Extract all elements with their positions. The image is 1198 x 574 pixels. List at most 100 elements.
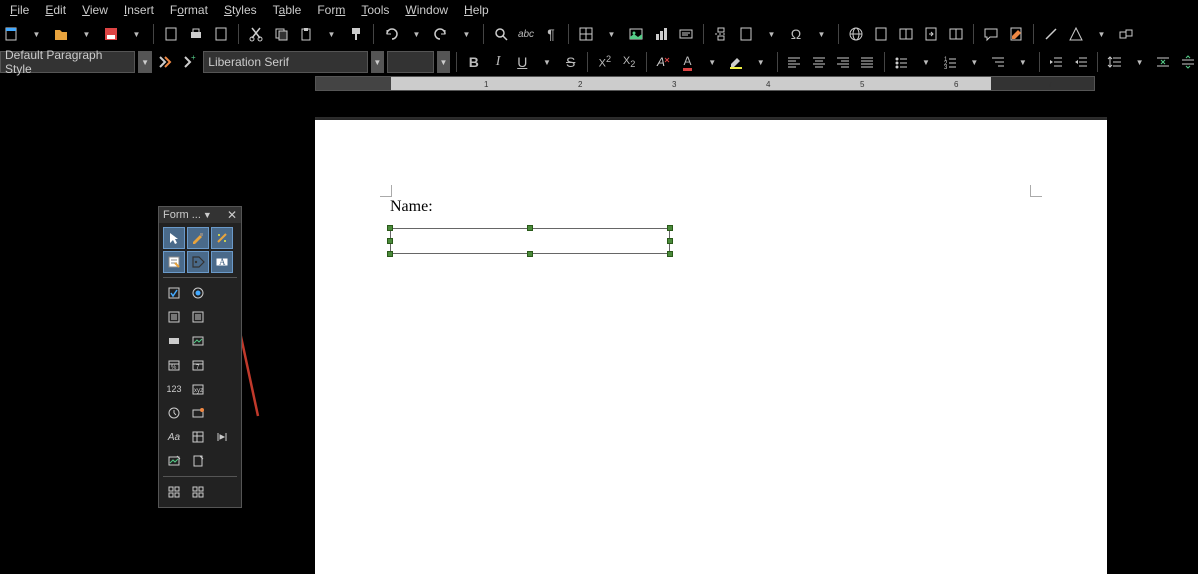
time-field-icon[interactable]: xyz	[187, 378, 209, 400]
new-dropdown-icon[interactable]: ▼	[25, 23, 47, 45]
text-box-insert-icon[interactable]	[675, 23, 697, 45]
resize-handle-tm[interactable]	[527, 225, 533, 231]
track-changes-icon[interactable]	[1005, 23, 1027, 45]
form-toolbar-titlebar[interactable]: Form ... ▼ ✕	[159, 207, 241, 223]
shapes-dropdown-icon[interactable]: ▼	[1090, 23, 1112, 45]
find-icon[interactable]	[490, 23, 512, 45]
resize-handle-mr[interactable]	[667, 238, 673, 244]
text-box-icon[interactable]: A	[211, 251, 233, 273]
paste-dropdown-icon[interactable]: ▼	[320, 23, 342, 45]
page[interactable]: Name:	[315, 120, 1107, 574]
cut-icon[interactable]	[245, 23, 267, 45]
italic-icon[interactable]: I	[487, 51, 508, 73]
align-justify-icon[interactable]	[856, 51, 877, 73]
copy-icon[interactable]	[270, 23, 292, 45]
resize-handle-tr[interactable]	[667, 225, 673, 231]
save-icon[interactable]	[100, 23, 122, 45]
page-break-icon[interactable]	[710, 23, 732, 45]
open-readonly-icon[interactable]	[187, 481, 209, 503]
nav-next-icon[interactable]	[211, 426, 233, 448]
underline-icon[interactable]: U	[512, 51, 533, 73]
superscript-icon[interactable]: X2	[594, 51, 615, 73]
menu-window[interactable]: Window	[397, 1, 456, 19]
menu-tools[interactable]: Tools	[353, 1, 397, 19]
combo-box-icon[interactable]	[163, 306, 185, 328]
font-size-dropdown[interactable]: ▼	[437, 51, 451, 73]
group-box-icon[interactable]: 123	[163, 378, 185, 400]
image-button-icon[interactable]	[163, 330, 185, 352]
numerical-field-icon[interactable]: 7	[187, 354, 209, 376]
file-selection-icon[interactable]	[187, 450, 209, 472]
open-dropdown-icon[interactable]: ▼	[75, 23, 97, 45]
resize-handle-bl[interactable]	[387, 251, 393, 257]
new-icon[interactable]	[0, 23, 22, 45]
font-color-dropdown-icon[interactable]: ▼	[701, 51, 722, 73]
font-name-dropdown[interactable]: ▼	[371, 51, 385, 73]
menu-format[interactable]: Format	[162, 1, 216, 19]
strikethrough-icon[interactable]: S	[560, 51, 581, 73]
align-right-icon[interactable]	[832, 51, 853, 73]
font-name-combo[interactable]: Liberation Serif	[203, 51, 367, 73]
align-left-icon[interactable]	[784, 51, 805, 73]
push-button-icon[interactable]	[187, 306, 209, 328]
chart-icon[interactable]	[650, 23, 672, 45]
formatted-field-icon[interactable]	[187, 330, 209, 352]
cross-ref-icon[interactable]	[920, 23, 942, 45]
increase-indent-icon[interactable]	[1046, 51, 1067, 73]
menu-view[interactable]: View	[74, 1, 116, 19]
outline-icon[interactable]	[987, 51, 1008, 73]
table-dropdown-icon[interactable]: ▼	[600, 23, 622, 45]
select-icon[interactable]	[163, 227, 185, 249]
formatting-marks-icon[interactable]: ¶	[540, 23, 562, 45]
check-box-icon[interactable]	[163, 282, 185, 304]
undo-dropdown-icon[interactable]: ▼	[405, 23, 427, 45]
label-icon[interactable]	[187, 251, 209, 273]
tab-order-icon[interactable]	[163, 481, 185, 503]
open-icon[interactable]	[50, 23, 72, 45]
comment-icon2[interactable]	[945, 23, 967, 45]
redo-dropdown-icon[interactable]: ▼	[455, 23, 477, 45]
clear-format-icon[interactable]: A	[653, 51, 674, 73]
subscript-icon[interactable]: X2	[618, 51, 639, 73]
menu-form[interactable]: Form	[309, 1, 353, 19]
decrease-indent-icon[interactable]	[1070, 51, 1091, 73]
design-mode-icon[interactable]	[187, 227, 209, 249]
redo-icon[interactable]	[430, 23, 452, 45]
resize-handle-ml[interactable]	[387, 238, 393, 244]
clone-format-icon[interactable]	[345, 23, 367, 45]
menu-insert[interactable]: Insert	[116, 1, 162, 19]
print-icon[interactable]	[185, 23, 207, 45]
form-design-icon[interactable]	[163, 251, 185, 273]
print-preview-icon[interactable]	[210, 23, 232, 45]
option-button-icon[interactable]	[187, 282, 209, 304]
footnote-icon[interactable]	[870, 23, 892, 45]
underline-dropdown-icon[interactable]: ▼	[536, 51, 557, 73]
bullet-list-icon[interactable]	[891, 51, 912, 73]
special-char-dropdown-icon[interactable]: ▼	[810, 23, 832, 45]
basic-shapes-icon[interactable]	[1065, 23, 1087, 45]
resize-handle-tl[interactable]	[387, 225, 393, 231]
para-spacing-inc-icon[interactable]	[1153, 51, 1174, 73]
menu-help[interactable]: Help	[456, 1, 497, 19]
export-pdf-icon[interactable]	[160, 23, 182, 45]
form-toolbar-close-icon[interactable]: ✕	[227, 208, 237, 222]
field-icon[interactable]	[735, 23, 757, 45]
outline-dropdown-icon[interactable]: ▼	[1012, 51, 1033, 73]
spellcheck-icon[interactable]: abc	[515, 23, 537, 45]
update-style-icon[interactable]	[155, 51, 176, 73]
align-center-icon[interactable]	[808, 51, 829, 73]
highlight-icon[interactable]	[725, 51, 746, 73]
menu-table[interactable]: Table	[265, 1, 310, 19]
image-control-icon[interactable]	[163, 450, 185, 472]
form-controls-toolbar[interactable]: Form ... ▼ ✕ A % 7 123 xyz	[158, 206, 242, 508]
menu-styles[interactable]: Styles	[216, 1, 265, 19]
menu-file[interactable]: File	[2, 1, 37, 19]
highlight-dropdown-icon[interactable]: ▼	[750, 51, 771, 73]
bullet-dropdown-icon[interactable]: ▼	[915, 51, 936, 73]
form-toolbar-menu-icon[interactable]: ▼	[203, 210, 212, 220]
special-char-icon[interactable]: Ω	[785, 23, 807, 45]
undo-icon[interactable]	[380, 23, 402, 45]
line-spacing-icon[interactable]	[1104, 51, 1125, 73]
line-icon[interactable]	[1040, 23, 1062, 45]
font-color-icon[interactable]: A	[677, 51, 698, 73]
